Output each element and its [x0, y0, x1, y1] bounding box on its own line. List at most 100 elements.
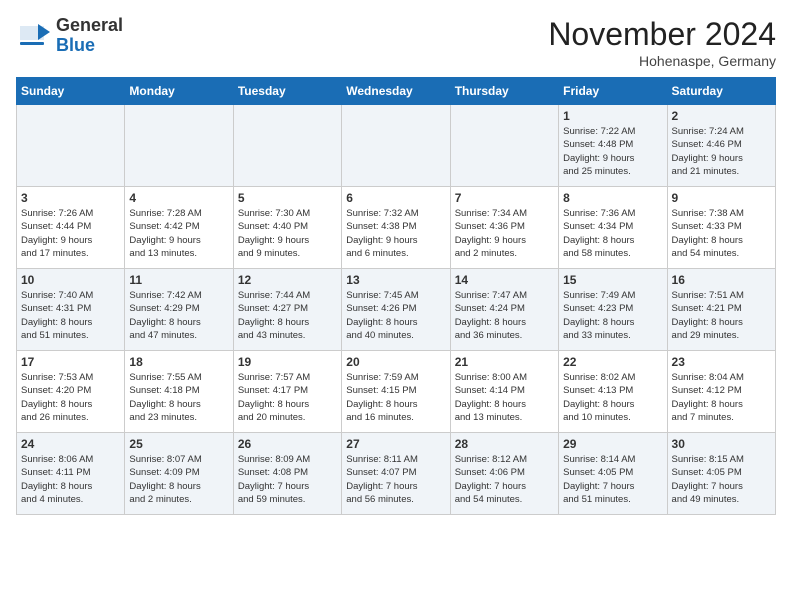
day-info: Sunrise: 7:49 AM Sunset: 4:23 PM Dayligh… [563, 289, 662, 342]
calendar-cell [342, 105, 450, 187]
day-number: 10 [21, 273, 120, 287]
day-number: 5 [238, 191, 337, 205]
calendar-week-3: 10 Sunrise: 7:40 AM Sunset: 4:31 PM Dayli… [17, 269, 776, 351]
calendar-cell: 17 Sunrise: 7:53 AM Sunset: 4:20 PM Dayli… [17, 351, 125, 433]
day-number: 2 [672, 109, 771, 123]
day-info: Sunrise: 7:47 AM Sunset: 4:24 PM Dayligh… [455, 289, 554, 342]
day-info: Sunrise: 8:12 AM Sunset: 4:06 PM Dayligh… [455, 453, 554, 506]
day-info: Sunrise: 7:55 AM Sunset: 4:18 PM Dayligh… [129, 371, 228, 424]
month-title: November 2024 [548, 16, 776, 53]
day-number: 21 [455, 355, 554, 369]
day-number: 15 [563, 273, 662, 287]
header: General Blue November 2024 Hohenaspe, Ge… [16, 16, 776, 69]
day-info: Sunrise: 7:57 AM Sunset: 4:17 PM Dayligh… [238, 371, 337, 424]
logo-blue-text: Blue [56, 36, 123, 56]
calendar-cell [125, 105, 233, 187]
day-info: Sunrise: 8:02 AM Sunset: 4:13 PM Dayligh… [563, 371, 662, 424]
calendar-cell: 12Sunrise: 7:44 AM Sunset: 4:27 PM Dayli… [233, 269, 341, 351]
day-info: Sunrise: 7:22 AM Sunset: 4:48 PM Dayligh… [563, 125, 662, 178]
calendar-cell: 2Sunrise: 7:24 AM Sunset: 4:46 PM Daylig… [667, 105, 775, 187]
calendar-cell: 24 Sunrise: 8:06 AM Sunset: 4:11 PM Dayli… [17, 433, 125, 515]
day-info: Sunrise: 7:59 AM Sunset: 4:15 PM Dayligh… [346, 371, 445, 424]
calendar-cell: 4 Sunrise: 7:28 AM Sunset: 4:42 PM Daylig… [125, 187, 233, 269]
day-number: 11 [129, 273, 228, 287]
calendar-header-row: SundayMondayTuesdayWednesdayThursdayFrid… [17, 78, 776, 105]
day-number: 18 [129, 355, 228, 369]
logo-general-text: General [56, 16, 123, 36]
calendar-cell: 19 Sunrise: 7:57 AM Sunset: 4:17 PM Dayli… [233, 351, 341, 433]
header-saturday: Saturday [667, 78, 775, 105]
day-number: 19 [238, 355, 337, 369]
calendar-cell: 18 Sunrise: 7:55 AM Sunset: 4:18 PM Dayli… [125, 351, 233, 433]
day-number: 7 [455, 191, 554, 205]
calendar-cell: 8 Sunrise: 7:36 AM Sunset: 4:34 PM Daylig… [559, 187, 667, 269]
calendar-cell: 3 Sunrise: 7:26 AM Sunset: 4:44 PM Daylig… [17, 187, 125, 269]
day-info: Sunrise: 8:06 AM Sunset: 4:11 PM Dayligh… [21, 453, 120, 506]
calendar-cell: 13Sunrise: 7:45 AM Sunset: 4:26 PM Dayli… [342, 269, 450, 351]
day-info: Sunrise: 8:11 AM Sunset: 4:07 PM Dayligh… [346, 453, 445, 506]
day-info: Sunrise: 7:34 AM Sunset: 4:36 PM Dayligh… [455, 207, 554, 260]
day-number: 23 [672, 355, 771, 369]
day-info: Sunrise: 8:15 AM Sunset: 4:05 PM Dayligh… [672, 453, 771, 506]
day-info: Sunrise: 8:09 AM Sunset: 4:08 PM Dayligh… [238, 453, 337, 506]
day-number: 29 [563, 437, 662, 451]
calendar-cell [450, 105, 558, 187]
header-friday: Friday [559, 78, 667, 105]
calendar-cell: 6Sunrise: 7:32 AM Sunset: 4:38 PM Daylig… [342, 187, 450, 269]
day-number: 16 [672, 273, 771, 287]
day-number: 17 [21, 355, 120, 369]
day-info: Sunrise: 7:26 AM Sunset: 4:44 PM Dayligh… [21, 207, 120, 260]
day-number: 22 [563, 355, 662, 369]
header-monday: Monday [125, 78, 233, 105]
calendar-cell: 22 Sunrise: 8:02 AM Sunset: 4:13 PM Dayli… [559, 351, 667, 433]
calendar-cell [233, 105, 341, 187]
day-number: 24 [21, 437, 120, 451]
header-sunday: Sunday [17, 78, 125, 105]
logo: General Blue [16, 16, 123, 56]
day-number: 3 [21, 191, 120, 205]
calendar-cell: 23 Sunrise: 8:04 AM Sunset: 4:12 PM Dayli… [667, 351, 775, 433]
calendar-cell: 25 Sunrise: 8:07 AM Sunset: 4:09 PM Dayli… [125, 433, 233, 515]
title-area: November 2024 Hohenaspe, Germany [548, 16, 776, 69]
day-info: Sunrise: 7:53 AM Sunset: 4:20 PM Dayligh… [21, 371, 120, 424]
calendar-cell: 27 Sunrise: 8:11 AM Sunset: 4:07 PM Dayli… [342, 433, 450, 515]
day-info: Sunrise: 8:07 AM Sunset: 4:09 PM Dayligh… [129, 453, 228, 506]
calendar-cell: 9Sunrise: 7:38 AM Sunset: 4:33 PM Daylig… [667, 187, 775, 269]
logo-icon [16, 18, 52, 54]
day-info: Sunrise: 8:14 AM Sunset: 4:05 PM Dayligh… [563, 453, 662, 506]
day-info: Sunrise: 8:00 AM Sunset: 4:14 PM Dayligh… [455, 371, 554, 424]
day-number: 30 [672, 437, 771, 451]
day-number: 27 [346, 437, 445, 451]
header-wednesday: Wednesday [342, 78, 450, 105]
calendar-week-1: 1 Sunrise: 7:22 AM Sunset: 4:48 PM Daylig… [17, 105, 776, 187]
calendar-cell: 10 Sunrise: 7:40 AM Sunset: 4:31 PM Dayli… [17, 269, 125, 351]
day-number: 20 [346, 355, 445, 369]
calendar-table: SundayMondayTuesdayWednesdayThursdayFrid… [16, 77, 776, 515]
calendar-cell: 29 Sunrise: 8:14 AM Sunset: 4:05 PM Dayli… [559, 433, 667, 515]
header-thursday: Thursday [450, 78, 558, 105]
day-number: 1 [563, 109, 662, 123]
day-info: Sunrise: 7:42 AM Sunset: 4:29 PM Dayligh… [129, 289, 228, 342]
calendar-cell: 21 Sunrise: 8:00 AM Sunset: 4:14 PM Dayli… [450, 351, 558, 433]
calendar-cell: 5 Sunrise: 7:30 AM Sunset: 4:40 PM Daylig… [233, 187, 341, 269]
day-info: Sunrise: 7:40 AM Sunset: 4:31 PM Dayligh… [21, 289, 120, 342]
location-subtitle: Hohenaspe, Germany [548, 53, 776, 69]
calendar-cell: 30 Sunrise: 8:15 AM Sunset: 4:05 PM Dayli… [667, 433, 775, 515]
day-number: 28 [455, 437, 554, 451]
calendar-cell [17, 105, 125, 187]
day-info: Sunrise: 7:28 AM Sunset: 4:42 PM Dayligh… [129, 207, 228, 260]
day-number: 25 [129, 437, 228, 451]
day-info: Sunrise: 7:32 AM Sunset: 4:38 PM Dayligh… [346, 207, 445, 260]
calendar-cell: 20 Sunrise: 7:59 AM Sunset: 4:15 PM Dayli… [342, 351, 450, 433]
day-number: 4 [129, 191, 228, 205]
day-info: Sunrise: 7:36 AM Sunset: 4:34 PM Dayligh… [563, 207, 662, 260]
header-tuesday: Tuesday [233, 78, 341, 105]
logo-text: General Blue [56, 16, 123, 56]
calendar-cell: 7 Sunrise: 7:34 AM Sunset: 4:36 PM Daylig… [450, 187, 558, 269]
day-info: Sunrise: 7:30 AM Sunset: 4:40 PM Dayligh… [238, 207, 337, 260]
day-number: 14 [455, 273, 554, 287]
calendar-cell: 11 Sunrise: 7:42 AM Sunset: 4:29 PM Dayli… [125, 269, 233, 351]
day-number: 8 [563, 191, 662, 205]
day-info: Sunrise: 8:04 AM Sunset: 4:12 PM Dayligh… [672, 371, 771, 424]
day-info: Sunrise: 7:45 AM Sunset: 4:26 PM Dayligh… [346, 289, 445, 342]
